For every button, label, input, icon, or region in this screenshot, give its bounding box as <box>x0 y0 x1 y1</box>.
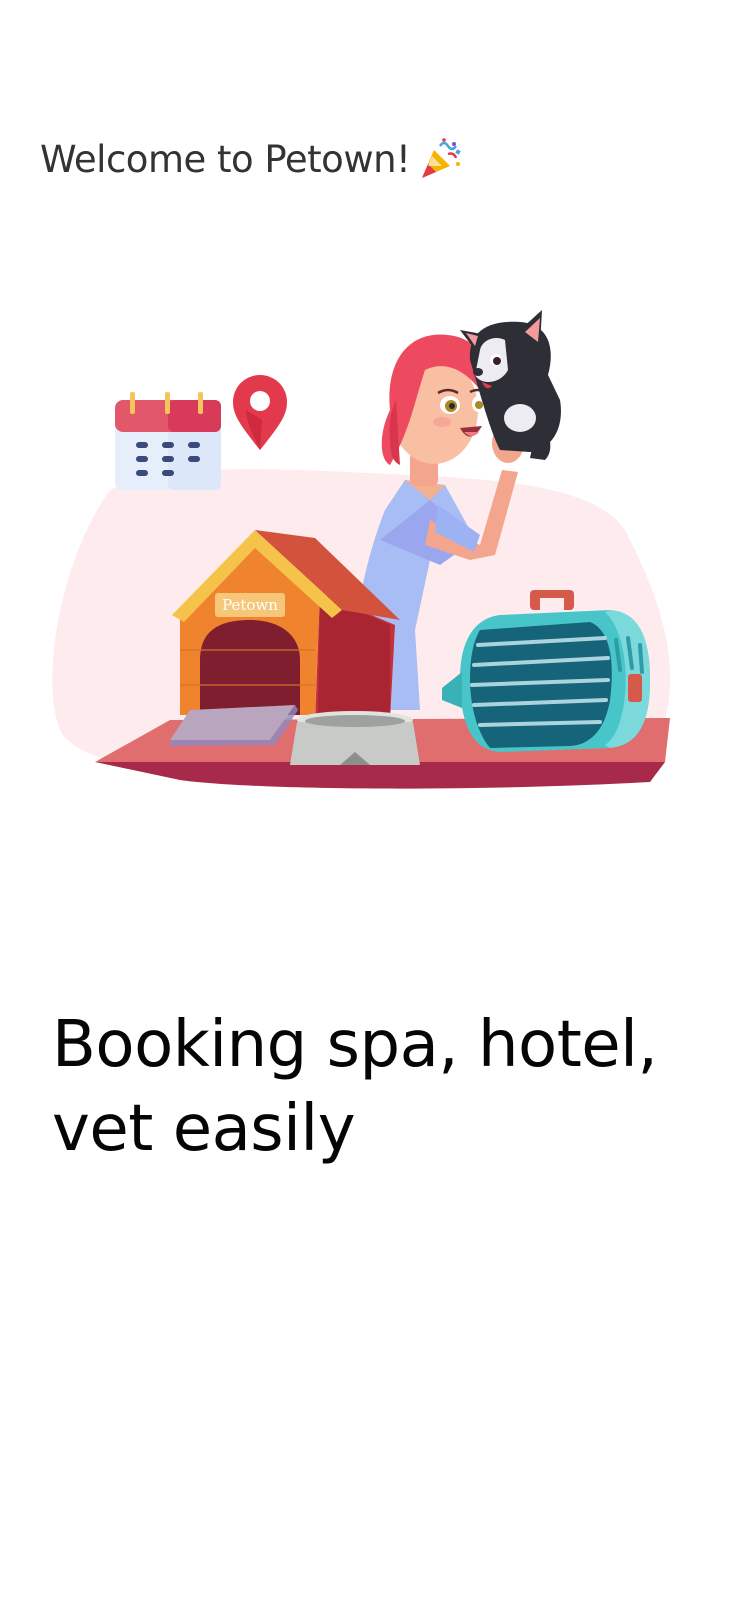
pet-bowl <box>290 711 420 765</box>
onboarding-screen: Welcome to Petown! Petown Booking spa, h… <box>0 0 750 1624</box>
table-front <box>95 762 665 789</box>
welcome-header: Welcome to Petown! <box>40 134 464 184</box>
welcome-title: Welcome to Petown! <box>40 137 411 181</box>
party-popper-icon <box>418 136 464 182</box>
puppy <box>460 310 561 460</box>
calendar-icon <box>115 392 221 490</box>
location-pin-icon <box>233 375 287 450</box>
house-sign: Petown <box>222 596 278 614</box>
pet-care-illustration: Petown <box>52 310 671 789</box>
onboarding-headline: Booking spa, hotel, vet easily <box>52 1008 658 1166</box>
